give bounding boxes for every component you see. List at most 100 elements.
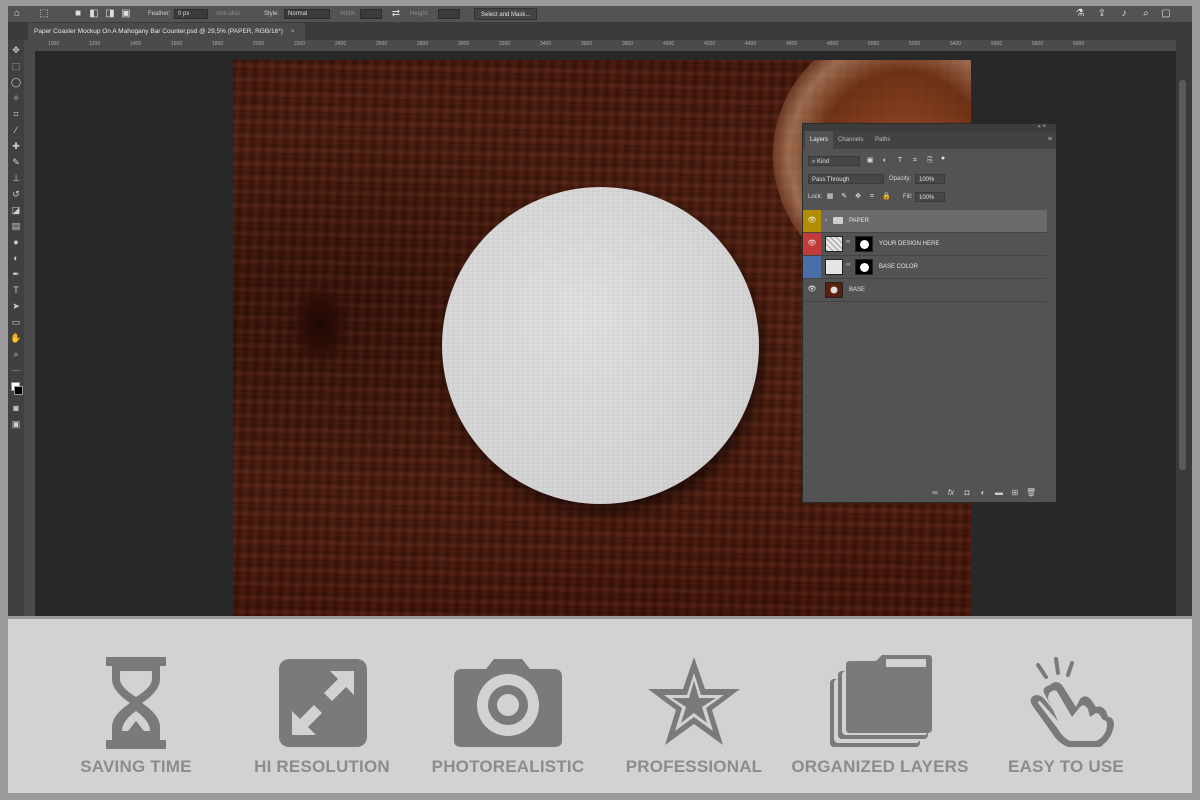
layer-row-base-color[interactable]: ∞ BASE COLOR — [803, 256, 1047, 279]
quick-mask-icon[interactable]: ◙ — [10, 402, 22, 414]
ruler-tick-label: 4400 — [745, 41, 757, 47]
lasso-tool-icon[interactable]: ◯ — [10, 76, 22, 88]
tab-layers[interactable]: Layers — [805, 131, 834, 149]
visibility-eye-icon[interactable]: 👁 — [803, 279, 821, 301]
magic-wand-icon[interactable]: ✧ — [10, 92, 22, 104]
feature-label: PHOTOREALISTIC — [431, 757, 585, 776]
type-tool-icon[interactable]: T — [10, 284, 22, 296]
new-selection-icon[interactable]: ■ — [72, 8, 84, 20]
adjustment-filter-icon[interactable]: ◐ — [881, 157, 889, 165]
zoom-tool-icon[interactable]: ⌕ — [10, 348, 22, 360]
new-group-icon[interactable]: ▬ — [994, 488, 1004, 498]
path-selection-icon[interactable]: ➤ — [10, 300, 22, 312]
anti-alias-checkbox[interactable]: Anti-alias — [216, 6, 241, 22]
hand-tool-icon[interactable]: ✋ — [10, 332, 22, 344]
fx-icon[interactable]: fx — [946, 488, 956, 498]
layer-thumbnail — [825, 282, 843, 298]
tab-channels[interactable]: Channels — [833, 131, 868, 149]
visibility-eye-icon[interactable] — [803, 256, 821, 278]
search-icon[interactable]: ⌕ — [1140, 8, 1152, 20]
panel-header: « × — [803, 124, 1056, 131]
clone-stamp-icon[interactable]: ⊥ — [10, 172, 22, 184]
link-layers-icon[interactable]: ∞ — [930, 488, 940, 498]
delete-layer-icon[interactable]: 🗑 — [1026, 488, 1036, 498]
workspace-icon[interactable]: ▢ — [1160, 8, 1172, 20]
intersect-selection-icon[interactable]: ▣ — [120, 8, 132, 20]
fill-input[interactable]: 100% — [915, 192, 945, 202]
lock-transparent-icon[interactable]: ▦ — [826, 193, 834, 201]
shape-filter-icon[interactable]: ⌗ — [911, 157, 919, 165]
visibility-eye-icon[interactable]: 👁 — [803, 233, 821, 255]
layer-filter-select[interactable]: ⌕ Kind — [808, 156, 860, 166]
crop-tool-icon[interactable]: ⌗ — [10, 108, 22, 120]
close-tab-icon[interactable]: × — [291, 28, 295, 35]
pen-tool-icon[interactable]: ✒ — [10, 268, 22, 280]
feature-professional: PROFESSIONAL — [599, 619, 789, 793]
home-icon[interactable]: ⌂ — [11, 8, 23, 20]
healing-brush-icon[interactable]: ✚ — [10, 140, 22, 152]
rectangle-tool-icon[interactable]: ▭ — [10, 316, 22, 328]
pixel-filter-icon[interactable]: ▣ — [866, 157, 874, 165]
blur-tool-icon[interactable]: ● — [10, 236, 22, 248]
type-filter-icon[interactable]: T — [896, 157, 904, 165]
lock-position-icon[interactable]: ✥ — [854, 193, 862, 201]
more-tools-icon[interactable]: ⋯ — [10, 364, 22, 376]
background-color-swatch[interactable] — [14, 386, 23, 395]
bell-icon[interactable]: ♪ — [1118, 8, 1130, 20]
blend-mode-select[interactable]: Pass Through — [808, 174, 884, 184]
ruler-tick-label: 4800 — [827, 41, 839, 47]
height-input[interactable] — [438, 9, 460, 19]
flask-icon[interactable]: ⚗ — [1074, 8, 1086, 20]
tab-paths[interactable]: Paths — [870, 131, 895, 149]
lock-artboard-icon[interactable]: ⌗ — [868, 193, 876, 201]
collapse-panel-icon[interactable]: « × — [1037, 124, 1046, 131]
adjustment-layer-icon[interactable]: ◐ — [978, 488, 988, 498]
share-icon[interactable]: ⇪ — [1096, 8, 1108, 20]
swap-icon[interactable]: ⇄ — [390, 8, 402, 20]
feature-organized-layers: ORGANIZED LAYERS — [785, 619, 975, 793]
feature-label: PROFESSIONAL — [625, 757, 763, 776]
add-mask-icon[interactable]: ◘ — [962, 488, 972, 498]
feature-label: SAVING TIME — [80, 757, 192, 776]
screen-mode-icon[interactable]: ▣ — [10, 418, 22, 430]
width-input[interactable] — [360, 9, 382, 19]
eraser-icon[interactable]: ◪ — [10, 204, 22, 216]
filter-toggle-icon[interactable]: ● — [939, 155, 947, 163]
dodge-tool-icon[interactable]: ◐ — [10, 252, 22, 264]
add-selection-icon[interactable]: ◧ — [88, 8, 100, 20]
panel-menu-icon[interactable]: ≡ — [1048, 136, 1052, 143]
layer-mask-thumbnail — [855, 259, 873, 275]
link-icon: ∞ — [846, 239, 851, 245]
layer-row-paper[interactable]: 👁 › PAPER — [803, 210, 1047, 233]
smart-object-filter-icon[interactable]: ⎘ — [926, 157, 934, 165]
layer-name: BASE COLOR — [879, 264, 919, 270]
new-layer-icon[interactable]: ⊞ — [1010, 488, 1020, 498]
lock-label: Lock: — [808, 194, 823, 200]
layer-row-base[interactable]: 👁 BASE — [803, 279, 1047, 302]
opacity-input[interactable]: 100% — [915, 174, 945, 184]
marquee-tool-icon[interactable]: ⬚ — [38, 8, 50, 20]
scrollbar-thumb[interactable] — [1179, 80, 1186, 470]
brush-tool-icon[interactable]: ✎ — [10, 156, 22, 168]
history-brush-icon[interactable]: ↺ — [10, 188, 22, 200]
layer-row-your-design-here[interactable]: 👁 ∞ YOUR DESIGN HERE — [803, 233, 1047, 256]
vertical-scrollbar[interactable] — [1176, 40, 1192, 616]
select-and-mask-button[interactable]: Select and Mask... — [474, 8, 538, 20]
gradient-tool-icon[interactable]: ▤ — [10, 220, 22, 232]
feature-label: ORGANIZED LAYERS — [791, 757, 969, 776]
subtract-selection-icon[interactable]: ◨ — [104, 8, 116, 20]
lock-all-icon[interactable]: 🔒 — [882, 193, 891, 201]
move-tool-icon[interactable]: ✥ — [10, 44, 22, 56]
opacity-label: Opacity: — [889, 176, 912, 182]
document-tab[interactable]: Paper Coaster Mockup On A Mahogany Bar C… — [28, 23, 305, 40]
visibility-eye-icon[interactable]: 👁 — [803, 210, 821, 232]
ruler-tick-label: 3600 — [581, 41, 593, 47]
style-select[interactable]: Normal — [284, 9, 330, 19]
eyedropper-icon[interactable]: ⁄ — [10, 124, 22, 136]
marquee-tool-icon[interactable]: ⬚ — [10, 60, 22, 72]
feather-input[interactable]: 0 px — [174, 9, 208, 19]
ruler-tick-label: 1200 — [89, 41, 101, 47]
lock-image-icon[interactable]: ✎ — [840, 193, 848, 201]
expand-chevron-icon[interactable]: › — [825, 210, 827, 232]
layers-footer: ∞ fx ◘ ◐ ▬ ⊞ 🗑 — [803, 484, 1056, 502]
